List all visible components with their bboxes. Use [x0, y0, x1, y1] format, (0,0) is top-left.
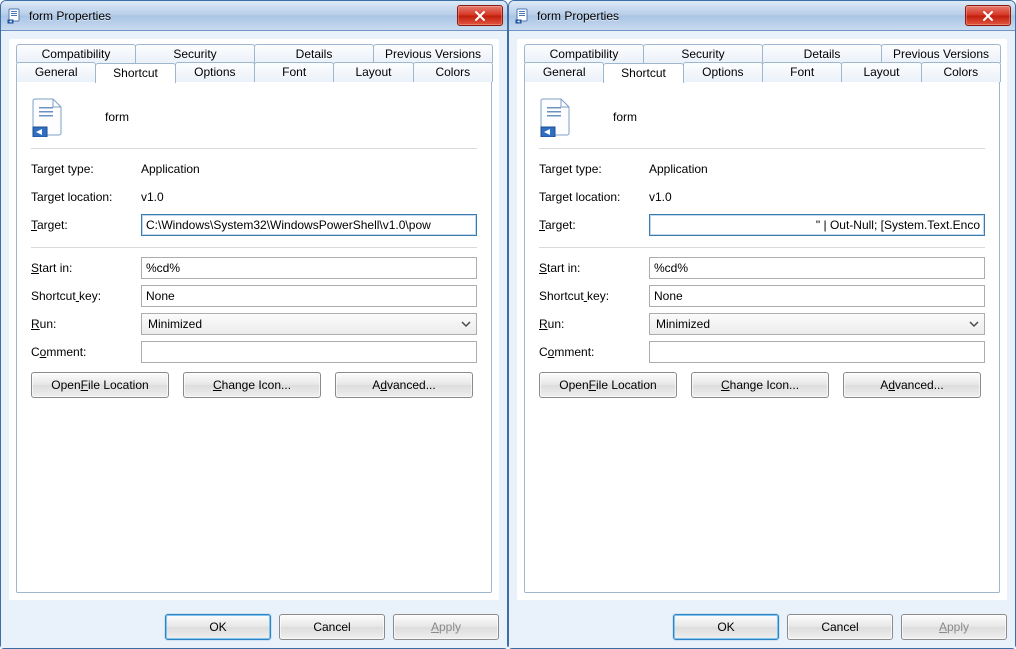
input-target[interactable] — [141, 214, 477, 236]
label-comment: Comment: — [539, 345, 649, 359]
label-shortcut-key: Shortcut key: — [539, 289, 649, 303]
tab-previous-versions[interactable]: Previous Versions — [881, 44, 1001, 63]
tab-details[interactable]: Details — [254, 44, 374, 63]
label-target-type: Target type: — [31, 162, 141, 176]
file-name: form — [613, 110, 637, 124]
input-start-in[interactable] — [649, 257, 985, 279]
tab-general[interactable]: General — [524, 62, 604, 82]
dialog-inner: CompatibilitySecurityDetailsPrevious Ver… — [517, 39, 1007, 600]
label-target: Target: — [31, 218, 141, 232]
tab-strip: CompatibilitySecurityDetailsPrevious Ver… — [518, 40, 1006, 82]
tab-details[interactable]: Details — [762, 44, 882, 63]
chevron-down-icon — [458, 316, 474, 332]
tab-strip: CompatibilitySecurityDetailsPrevious Ver… — [10, 40, 498, 82]
value-target-location: v1.0 — [141, 190, 477, 204]
cancel-button[interactable]: Cancel — [279, 614, 385, 640]
ok-button[interactable]: OK — [165, 614, 271, 640]
value-target-type: Application — [141, 162, 477, 176]
combo-run-value: Minimized — [146, 317, 202, 331]
properties-window: form Properties CompatibilitySecurityDet… — [508, 0, 1016, 649]
file-name: form — [105, 110, 129, 124]
tab-options[interactable]: Options — [175, 62, 255, 82]
change-icon-button[interactable]: Change Icon... — [183, 372, 321, 398]
label-run: Run: — [31, 317, 141, 331]
close-button[interactable] — [457, 5, 503, 26]
open-file-location-button[interactable]: Open File Location — [31, 372, 169, 398]
label-target: Target: — [539, 218, 649, 232]
input-shortcut-key[interactable] — [649, 285, 985, 307]
advanced-button[interactable]: Advanced... — [843, 372, 981, 398]
tab-colors[interactable]: Colors — [921, 62, 1001, 82]
dialog-inner: CompatibilitySecurityDetailsPrevious Ver… — [9, 39, 499, 600]
tab-options[interactable]: Options — [683, 62, 763, 82]
combo-run[interactable]: Minimized — [649, 313, 985, 335]
combo-run[interactable]: Minimized — [141, 313, 477, 335]
label-target-type: Target type: — [539, 162, 649, 176]
tab-general[interactable]: General — [16, 62, 96, 82]
cancel-button[interactable]: Cancel — [787, 614, 893, 640]
label-comment: Comment: — [31, 345, 141, 359]
tab-font[interactable]: Font — [762, 62, 842, 82]
input-comment[interactable] — [141, 341, 477, 363]
window-title: form Properties — [29, 9, 457, 23]
window-title: form Properties — [537, 9, 965, 23]
tab-pane-shortcut: form Target type:ApplicationTarget locati… — [524, 81, 1000, 593]
close-button[interactable] — [965, 5, 1011, 26]
tab-pane-shortcut: form Target type:ApplicationTarget locati… — [16, 81, 492, 593]
client-area: CompatibilitySecurityDetailsPrevious Ver… — [1, 31, 507, 608]
label-start-in: Start in: — [31, 261, 141, 275]
tab-compatibility[interactable]: Compatibility — [524, 44, 644, 63]
value-target-type: Application — [649, 162, 985, 176]
titlebar[interactable]: form Properties — [509, 1, 1015, 31]
chevron-down-icon — [966, 316, 982, 332]
apply-button[interactable]: Apply — [393, 614, 499, 640]
label-target-location: Target location: — [539, 190, 649, 204]
tab-previous-versions[interactable]: Previous Versions — [373, 44, 493, 63]
shortcut-file-icon — [31, 97, 65, 137]
titlebar[interactable]: form Properties — [1, 1, 507, 31]
label-shortcut-key: Shortcut key: — [31, 289, 141, 303]
tab-layout[interactable]: Layout — [841, 62, 921, 82]
tab-security[interactable]: Security — [135, 44, 255, 63]
tab-shortcut[interactable]: Shortcut — [95, 63, 175, 83]
app-icon — [515, 8, 531, 24]
input-comment[interactable] — [649, 341, 985, 363]
input-target[interactable] — [649, 214, 985, 236]
dialog-footer: OK Cancel Apply — [1, 608, 507, 648]
tab-font[interactable]: Font — [254, 62, 334, 82]
label-target-location: Target location: — [31, 190, 141, 204]
app-icon — [7, 8, 23, 24]
ok-button[interactable]: OK — [673, 614, 779, 640]
tab-compatibility[interactable]: Compatibility — [16, 44, 136, 63]
shortcut-file-icon — [539, 97, 573, 137]
change-icon-button[interactable]: Change Icon... — [691, 372, 829, 398]
tab-shortcut[interactable]: Shortcut — [603, 63, 683, 83]
tab-security[interactable]: Security — [643, 44, 763, 63]
value-target-location: v1.0 — [649, 190, 985, 204]
input-start-in[interactable] — [141, 257, 477, 279]
label-run: Run: — [539, 317, 649, 331]
client-area: CompatibilitySecurityDetailsPrevious Ver… — [509, 31, 1015, 608]
properties-window: form Properties CompatibilitySecurityDet… — [0, 0, 508, 649]
apply-button[interactable]: Apply — [901, 614, 1007, 640]
dialog-footer: OK Cancel Apply — [509, 608, 1015, 648]
input-shortcut-key[interactable] — [141, 285, 477, 307]
advanced-button[interactable]: Advanced... — [335, 372, 473, 398]
combo-run-value: Minimized — [654, 317, 710, 331]
comparison-stage: form Properties CompatibilitySecurityDet… — [0, 0, 1016, 649]
open-file-location-button[interactable]: Open File Location — [539, 372, 677, 398]
tab-layout[interactable]: Layout — [333, 62, 413, 82]
tab-colors[interactable]: Colors — [413, 62, 493, 82]
label-start-in: Start in: — [539, 261, 649, 275]
